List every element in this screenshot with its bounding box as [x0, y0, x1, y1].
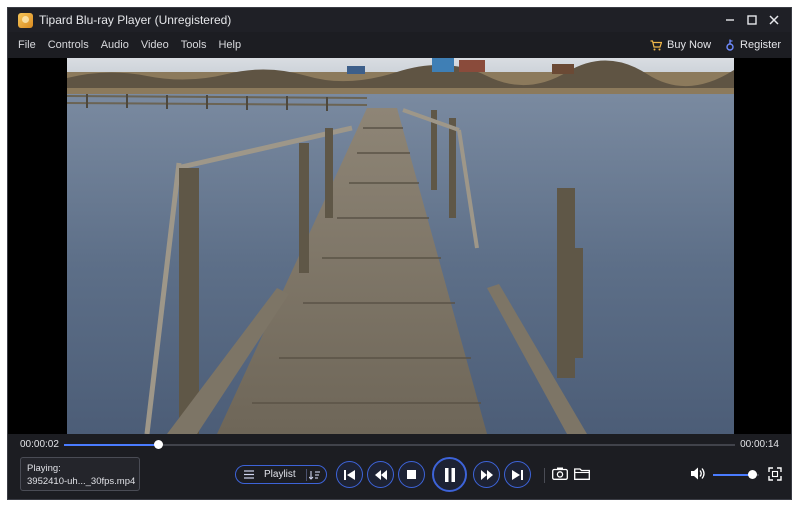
close-icon [769, 15, 779, 25]
stop-icon [407, 470, 416, 479]
seek-bar[interactable] [64, 440, 735, 449]
menu-audio[interactable]: Audio [101, 39, 129, 51]
fullscreen-icon[interactable] [768, 467, 782, 481]
player-window: Tipard Blu-ray Player (Unregistered) Fil… [7, 7, 792, 500]
rewind-button[interactable] [367, 461, 394, 488]
video-scene-image [67, 58, 734, 434]
maximize-button[interactable] [741, 8, 763, 32]
register-label: Register [740, 39, 781, 51]
controls-divider [544, 468, 545, 483]
playlist-button[interactable]: Playlist [235, 465, 327, 484]
folder-icon[interactable] [574, 467, 590, 480]
volume-icon[interactable] [690, 466, 706, 481]
now-playing-file: 3952410-uh..._30fps.mp4 [27, 476, 136, 487]
pause-button[interactable] [432, 457, 467, 492]
fast-forward-icon [480, 469, 493, 480]
video-frame [67, 58, 734, 434]
duration-time: 00:00:14 [740, 439, 779, 450]
menu-video[interactable]: Video [141, 39, 169, 51]
menu-file[interactable]: File [18, 39, 36, 51]
control-bar: 00:00:02 00:00:14 Playing: 3952410-uh...… [8, 434, 791, 499]
playlist-icon [244, 470, 254, 479]
camera-icon[interactable] [552, 467, 568, 480]
now-playing-label: Playing: [27, 463, 61, 474]
fast-forward-button[interactable] [473, 461, 500, 488]
window-title: Tipard Blu-ray Player (Unregistered) [39, 13, 232, 27]
seek-progress [64, 444, 158, 446]
app-logo-icon [18, 12, 33, 28]
volume-level [713, 474, 753, 476]
maximize-icon [747, 15, 757, 25]
close-button[interactable] [763, 8, 785, 32]
menu-bar: File Controls Audio Video Tools Help Buy… [8, 34, 791, 56]
rewind-icon [374, 469, 387, 480]
current-time: 00:00:02 [20, 439, 59, 450]
title-bar: Tipard Blu-ray Player (Unregistered) [8, 8, 791, 32]
stop-button[interactable] [398, 461, 425, 488]
next-button[interactable] [504, 461, 531, 488]
pause-icon [444, 467, 455, 482]
minimize-icon [726, 19, 734, 21]
minimize-button[interactable] [719, 8, 741, 32]
menu-tools[interactable]: Tools [181, 39, 207, 51]
video-display[interactable] [8, 58, 791, 434]
volume-slider[interactable] [713, 470, 759, 479]
key-icon [726, 39, 734, 51]
volume-handle[interactable] [748, 470, 758, 479]
now-playing-panel: Playing: 3952410-uh..._30fps.mp4 [20, 457, 140, 491]
buy-now-label: Buy Now [667, 39, 712, 51]
menu-controls[interactable]: Controls [48, 39, 89, 51]
next-icon [512, 469, 523, 480]
previous-icon [344, 469, 355, 480]
register-button[interactable]: Register [725, 39, 781, 51]
menu-help[interactable]: Help [218, 39, 241, 51]
playlist-divider [306, 469, 307, 481]
window-controls [719, 8, 785, 32]
playlist-label: Playlist [264, 469, 296, 480]
sort-icon[interactable] [309, 470, 320, 480]
previous-button[interactable] [336, 461, 363, 488]
menu-actions: Buy Now Register [636, 34, 781, 56]
cart-icon [650, 39, 662, 50]
buy-now-button[interactable]: Buy Now [650, 39, 711, 51]
seek-handle[interactable] [153, 440, 163, 449]
